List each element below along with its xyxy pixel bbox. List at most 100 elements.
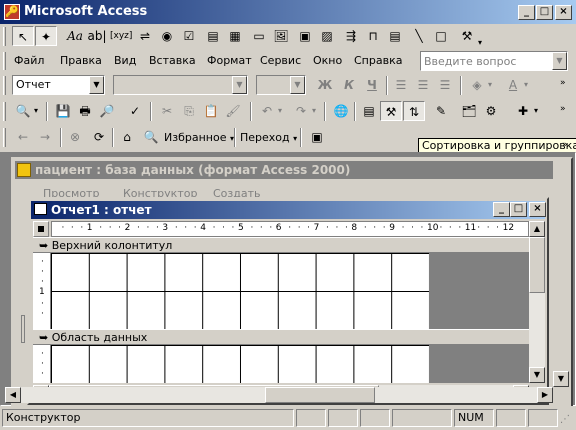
help-dropdown-arrow-icon[interactable]: ▼ [552, 52, 567, 70]
spelling-icon[interactable]: ✓ [124, 101, 146, 121]
label-tool-icon[interactable]: Aa [64, 26, 86, 46]
scroll-down-icon[interactable]: ▼ [553, 371, 569, 387]
more-controls-icon[interactable]: ⚒ [456, 26, 478, 46]
font-color-icon[interactable]: A [502, 75, 524, 95]
select-objects-icon[interactable]: ↖ [12, 26, 34, 46]
chevron-down-icon[interactable]: ▾ [488, 80, 492, 89]
chevron-down-icon[interactable]: ▼ [89, 76, 104, 94]
autoformat-icon[interactable]: ✎ [430, 101, 452, 121]
tab-control-icon[interactable]: ⊓ [362, 26, 384, 46]
page-break-icon[interactable]: ⇶ [340, 26, 362, 46]
toolbox-icon[interactable]: ⚒ [380, 101, 402, 121]
maximize-button[interactable]: □ [536, 5, 553, 20]
format-painter-icon[interactable]: 🖌 [222, 101, 244, 121]
toolbar-options-chevron-icon[interactable]: ▾ [478, 38, 482, 47]
toolbar-options-chevron-icon[interactable]: » [560, 104, 566, 114]
forward-icon[interactable]: → [34, 127, 56, 147]
italic-button[interactable]: К [338, 75, 360, 95]
menu-window[interactable]: Окно [313, 51, 342, 71]
page-header-section-bar[interactable]: ➥ Верхний колонтитул [33, 237, 529, 253]
image-tool-icon[interactable]: 🖼 [270, 26, 292, 46]
menu-format[interactable]: Формат [207, 51, 252, 71]
print-icon[interactable]: 🖶 [74, 101, 96, 121]
mdi-horizontal-thumb[interactable] [265, 387, 375, 403]
copy-icon[interactable]: ⎘ [178, 101, 200, 121]
detail-section-bar[interactable]: ➥ Область данных [33, 329, 529, 345]
chevron-down-icon[interactable]: ▾ [524, 80, 528, 89]
toolbar-options-chevron-icon[interactable]: » [560, 78, 566, 88]
toolbar-grip[interactable] [3, 102, 6, 121]
horizontal-ruler[interactable]: 1 · · · 2 · · · 3 · · · 4 · · · 5 · · · 6 · · · 7 · · · 8 · · · 9 · · · 10 · ·… [51, 221, 529, 237]
menu-grip[interactable] [3, 52, 6, 70]
chevron-down-icon[interactable]: ▾ [534, 106, 538, 115]
chevron-down-icon[interactable]: ▾ [278, 106, 282, 115]
cut-icon[interactable]: ✂ [156, 101, 178, 121]
command-button-icon[interactable]: ▭ [248, 26, 270, 46]
chevron-down-icon[interactable]: ▾ [34, 106, 38, 115]
minimize-button[interactable]: _ [518, 5, 535, 20]
toolbar-grip[interactable] [3, 27, 6, 46]
object-selector[interactable]: Отчет ▼ [12, 75, 105, 95]
search-web-icon[interactable]: 🔍 [140, 127, 162, 147]
subform-icon[interactable]: ▤ [384, 26, 406, 46]
font-name-selector[interactable]: ▼ [113, 75, 248, 95]
toolbar-options-chevron-icon[interactable]: » [562, 140, 568, 150]
back-icon[interactable]: ← [12, 127, 34, 147]
print-preview-icon[interactable]: 🔎 [96, 101, 118, 121]
report-maximize-button[interactable]: □ [510, 202, 527, 217]
field-list-icon[interactable]: ▤ [358, 101, 380, 121]
undo-icon[interactable]: ↶ [256, 101, 278, 121]
build-icon[interactable]: ⚙ [480, 101, 502, 121]
home-icon[interactable]: ⌂ [116, 127, 138, 147]
new-object-icon[interactable]: ✚ [512, 101, 534, 121]
toolbar-grip[interactable] [3, 76, 6, 95]
report-close-button[interactable]: × [529, 202, 546, 217]
vertical-ruler-detail[interactable]: · · · [33, 345, 51, 383]
scroll-up-icon[interactable]: ▲ [529, 221, 545, 237]
close-button[interactable]: × [555, 5, 572, 20]
save-icon[interactable]: 💾 [52, 101, 74, 121]
menu-file[interactable]: Файл [14, 51, 44, 71]
scroll-right-icon[interactable]: ▶ [537, 387, 553, 403]
align-left-icon[interactable]: ☰ [390, 75, 412, 95]
underline-button[interactable]: Ч [361, 75, 383, 95]
menu-tools[interactable]: Сервис [260, 51, 301, 71]
option-button-icon[interactable]: ◉ [156, 26, 178, 46]
resize-grip-icon[interactable]: ⋰ [560, 414, 570, 425]
favorites-button[interactable]: Избранное ▾ [164, 129, 234, 147]
align-center-icon[interactable]: ☰ [412, 75, 434, 95]
list-box-icon[interactable]: ▦ [224, 26, 246, 46]
help-question-input[interactable]: Введите вопрос ▼ [420, 51, 568, 71]
rectangle-tool-icon[interactable]: □ [430, 26, 452, 46]
checkbox-tool-icon[interactable]: ☑ [178, 26, 200, 46]
goto-button[interactable]: Переход ▾ [240, 129, 297, 147]
redo-icon[interactable]: ↷ [290, 101, 312, 121]
control-wizards-icon[interactable]: ✦ [35, 26, 57, 46]
textbox-tool-icon[interactable]: ab| [86, 26, 108, 46]
page-header-design-grid[interactable] [51, 253, 429, 329]
vertical-scroll-thumb[interactable] [529, 237, 545, 293]
properties-icon[interactable]: 🗂 [458, 101, 480, 121]
sorting-and-grouping-icon[interactable]: ⇅ [403, 101, 425, 121]
menu-insert[interactable]: Вставка [149, 51, 196, 71]
chevron-down-icon[interactable]: ▼ [232, 76, 247, 94]
view-icon[interactable]: 🔍 [12, 101, 34, 121]
vertical-ruler-header[interactable]: · · · 1 · · [33, 253, 51, 329]
refresh-icon[interactable]: ⟳ [88, 127, 110, 147]
access-app-icon[interactable]: 🔑 [4, 4, 20, 20]
show-only-web-toolbar-icon[interactable]: ▣ [306, 127, 328, 147]
mdi-vertical-scrollbar[interactable]: ▼ [553, 157, 569, 387]
stop-icon[interactable]: ⊗ [64, 127, 86, 147]
mdi-horizontal-scrollbar[interactable]: ◀ ▶ [5, 387, 553, 403]
hyperlink-icon[interactable]: 🌐 [330, 101, 352, 121]
menu-help[interactable]: Справка [354, 51, 402, 71]
report-window[interactable]: Отчет1 : отчет _ □ × 1 · · · 2 · · · 3 · · · 4 · · · 5 · ·… [27, 197, 549, 405]
menu-view[interactable]: Вид [114, 51, 136, 71]
detail-design-grid[interactable] [51, 345, 429, 383]
vertical-scrollbar[interactable]: ▲ ▼ [529, 221, 545, 383]
paste-icon[interactable]: 📋 [200, 101, 222, 121]
line-tool-icon[interactable]: ╲ [408, 26, 430, 46]
menu-edit[interactable]: Правка [60, 51, 102, 71]
combo-box-icon[interactable]: ▤ [202, 26, 224, 46]
unbound-object-frame-icon[interactable]: ▣ [294, 26, 316, 46]
